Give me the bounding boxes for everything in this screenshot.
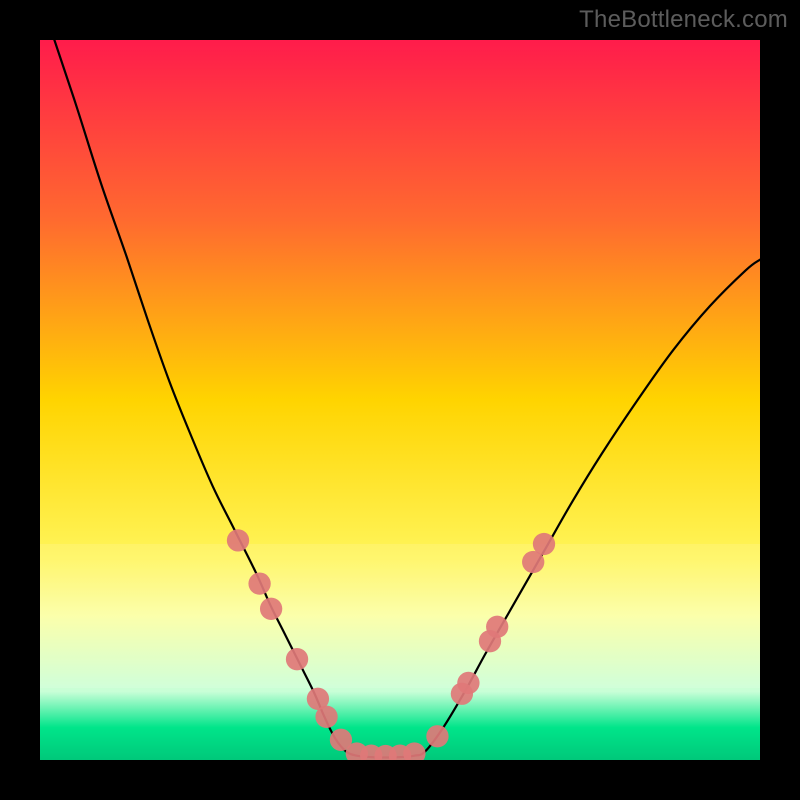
- marker-point: [486, 616, 508, 638]
- chart-svg: [40, 40, 760, 760]
- marker-point: [260, 598, 282, 620]
- bottleneck-chart: [40, 40, 760, 760]
- marker-point: [286, 648, 308, 670]
- marker-point: [457, 672, 479, 694]
- marker-point: [315, 706, 337, 728]
- marker-point: [426, 725, 448, 747]
- watermark-text: TheBottleneck.com: [579, 6, 788, 34]
- gloss-band: [40, 544, 760, 688]
- marker-point: [533, 533, 555, 555]
- marker-point: [248, 572, 270, 594]
- marker-point: [227, 529, 249, 551]
